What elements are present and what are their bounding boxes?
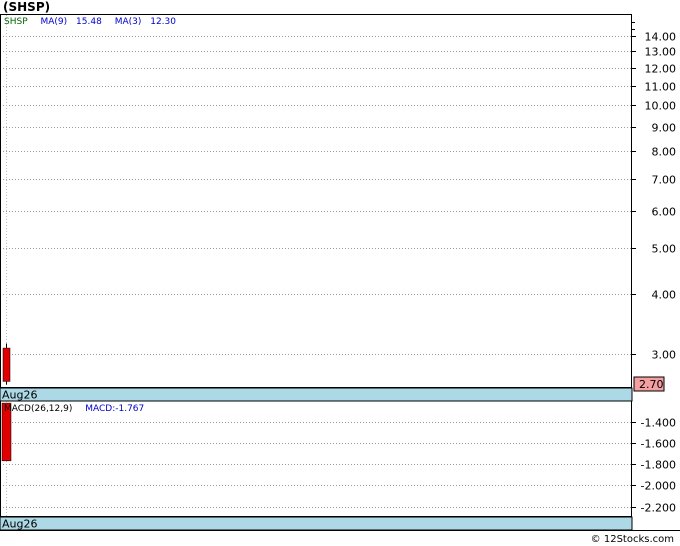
legend-ma9-label: MA(9) [41, 17, 68, 27]
price-ytick-label: 8.00 [652, 146, 677, 159]
legend-macd-label: MACD(26,12,9) [4, 404, 72, 414]
macd-ytick-label: -2.000 [641, 480, 676, 493]
price-ytick-label: 14.00 [645, 31, 677, 44]
macd-ytick-label: -1.600 [641, 438, 676, 451]
price-ytick-label: 3.00 [652, 349, 677, 362]
last-price-label: 2.70 [639, 378, 664, 391]
macd-panel-frame [0, 400, 632, 517]
stock-chart: 3.00 4.00 5.00 6.00 7.00 8.00 9.00 10.00 11.00 12… [0, 14, 680, 531]
price-panel-frame [0, 14, 632, 388]
price-ytick-label: 13.00 [645, 46, 677, 59]
macd-ytick-label: -1.800 [641, 459, 676, 472]
price-legend: SHSP MA(9) 15.48 MA(3) 12.30 [4, 17, 176, 27]
macd-legend: MACD(26,12,9) MACD:-1.767 [4, 404, 144, 414]
price-ytick-label: 12.00 [645, 63, 677, 76]
macd-ytick-label: -1.400 [641, 417, 676, 430]
macd-grid: -1.400 -1.600 -1.800 -2.000 -2.200 [0, 401, 676, 516]
price-date-label: Aug26 [2, 389, 37, 402]
price-ytick-label: 11.00 [645, 81, 677, 94]
legend-ma3-label: MA(3) [115, 17, 142, 27]
price-ytick-label: 5.00 [652, 243, 677, 256]
price-ytick-label: 7.00 [652, 174, 677, 187]
macd-ytick-label: -2.200 [641, 502, 676, 515]
credit-text: © 12Stocks.com [590, 534, 674, 545]
price-ytick-label: 4.00 [652, 289, 677, 302]
price-ytick-label: 6.00 [652, 206, 677, 219]
price-ytick-label: 9.00 [652, 122, 677, 135]
macd-date-label: Aug26 [2, 518, 37, 531]
macd-date-strip [0, 516, 633, 531]
legend-ma9-value: 15.48 [76, 17, 102, 27]
legend-symbol: SHSP [4, 17, 28, 27]
candle-body [2, 347, 11, 382]
legend-macd-value: MACD:-1.767 [85, 404, 144, 414]
price-grid: 3.00 4.00 5.00 6.00 7.00 8.00 9.00 10.00 11.00 12… [0, 15, 676, 387]
legend-ma3-value: 12.30 [150, 17, 176, 27]
price-date-strip [0, 387, 633, 402]
price-ytick-label: 10.00 [645, 100, 677, 113]
